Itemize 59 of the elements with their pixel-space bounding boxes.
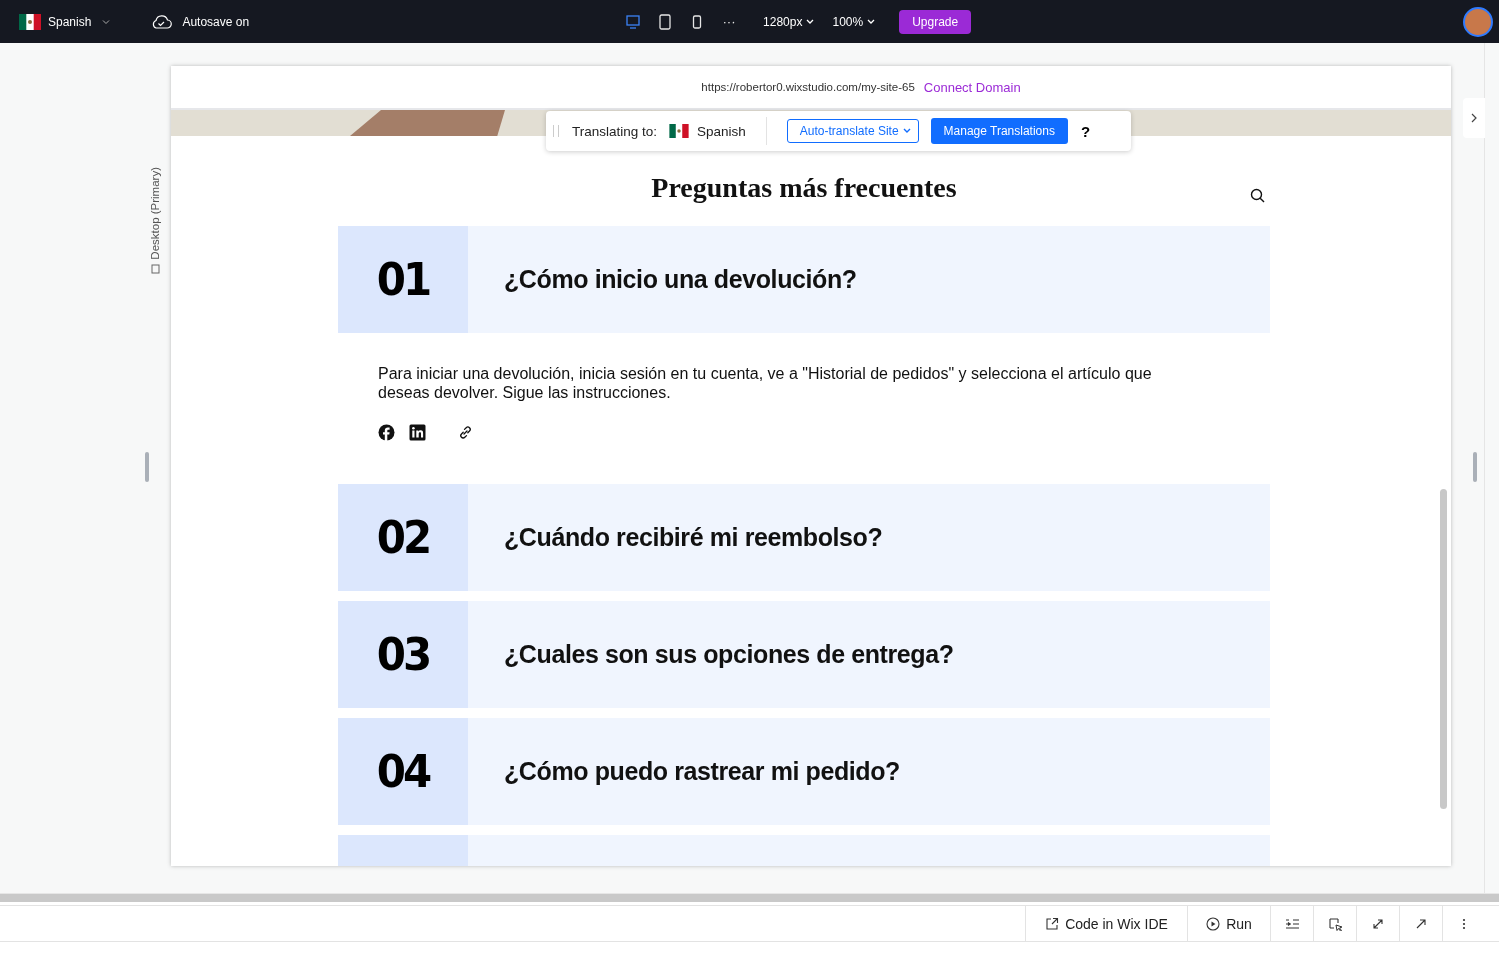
resize-handle[interactable] [145,452,149,482]
faq-item[interactable]: 02 ¿Cuándo recibiré mi reembolso? [338,484,1270,591]
question-header[interactable]: ¿Cuales son sus opciones de entrega? [468,601,1270,708]
select-element-icon [1328,916,1342,931]
drag-handle[interactable] [553,125,559,137]
faq-item[interactable]: 01 ¿Cómo inicio una devolución? Para iniciar una devolución, inicia sesión en tu cuenta, ve a "Historial de pedidos" y selecciona el artículo que deseas devolver. Sigue las instrucciones. [338,226,1270,474]
chevron-down-icon [867,18,876,25]
target-language: Spanish [697,123,746,139]
chevron-down-icon [102,18,111,25]
question-text: ¿Cómo puedo rastrear mi pedido? [504,757,900,786]
more-button[interactable]: ··· [713,9,746,34]
mexico-flag-icon [669,124,690,138]
question-text: ¿Cuales son sus opciones de entrega? [504,640,954,669]
translating-label: Translating to: [572,123,658,139]
avatar[interactable] [1463,6,1493,37]
device-icon [150,264,160,274]
chevron-down-icon [902,128,911,134]
resize-handle[interactable] [1473,452,1477,482]
desktop-icon [625,13,642,30]
question-header[interactable]: ¿Cómo inicio una devolución? [468,226,1270,333]
cloud-check-icon [150,13,173,30]
chevron-down-icon [806,18,815,25]
manage-translations-button[interactable]: Manage Translations [930,118,1068,144]
question-text: ¿Cómo inicio una devolución? [504,265,857,294]
site-url: https://robertor0.wixstudio.com/my-site-65 [701,81,915,93]
question-text: ¿Cuándo recibiré mi reembolso? [504,523,883,552]
question-number: 04 [376,745,430,798]
arrow-up-right-icon [1414,916,1428,931]
autosave-status: Autosave on [182,14,250,29]
chevron-right-icon [1471,113,1477,123]
language-selector[interactable]: Spanish [19,13,111,30]
link-icon[interactable] [457,424,474,441]
width-dropdown[interactable]: 1280px [763,14,815,29]
breakpoint-label: Desktop (Primary) [148,167,162,260]
search-icon[interactable] [1250,188,1265,203]
auto-translate-dropdown[interactable]: Auto-translate Site [786,119,919,143]
question-header[interactable]: ¿Cómo puedo rastrear mi pedido? [468,718,1270,825]
question-number: 02 [376,511,430,564]
mexico-flag-icon [19,13,41,30]
connect-domain-link[interactable]: Connect Domain [923,79,1021,95]
play-icon [1206,916,1221,931]
answer-text: Para iniciar una devolución, inicia sesión en tu cuenta, ve a "Historial de pedidos" y selecciona el artículo que deseas devolver. Sigue las instrucciones. [378,364,1153,402]
external-link-icon [1045,916,1060,931]
expand-icon [1371,916,1385,931]
upgrade-button[interactable]: Upgrade [899,9,972,34]
indent-icon [1285,916,1299,931]
help-button[interactable]: ? [1080,122,1091,140]
linkedin-icon[interactable] [409,424,426,441]
expand-panel-button[interactable] [1463,98,1485,138]
zoom-dropdown[interactable]: 100% [832,14,876,29]
question-number: 03 [376,628,430,681]
faq-item[interactable]: 03 ¿Cuales son sus opciones de entrega? [338,601,1270,708]
faq-item[interactable]: 04 ¿Cómo puedo rastrear mi pedido? [338,718,1270,825]
tablet-icon [657,13,674,30]
question-header[interactable]: ¿Cuándo recibiré mi reembolso? [468,484,1270,591]
facebook-icon[interactable] [378,424,395,441]
question-number: 01 [376,253,430,306]
scrollbar-thumb[interactable] [1440,489,1447,809]
section-title: Preguntas más frecuentes [651,172,957,205]
